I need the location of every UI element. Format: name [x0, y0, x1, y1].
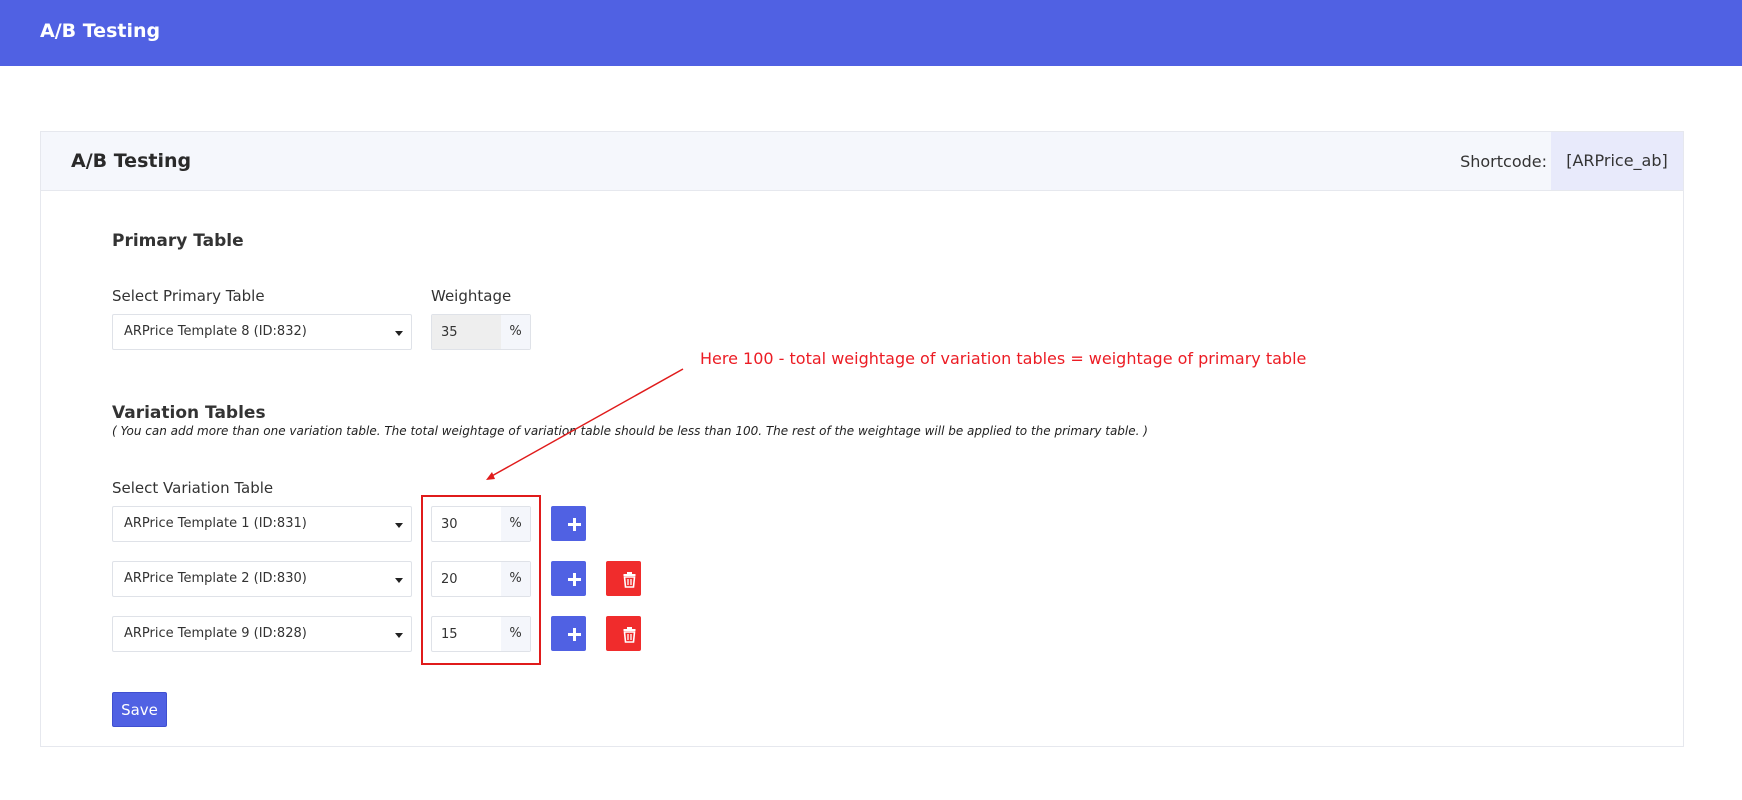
- delete-variation-button[interactable]: [606, 561, 641, 596]
- add-variation-button[interactable]: [551, 506, 586, 541]
- top-bar: A/B Testing: [0, 0, 1742, 66]
- chevron-down-icon: [395, 331, 403, 336]
- plus-icon: [568, 518, 581, 531]
- app-title: A/B Testing: [40, 20, 161, 42]
- select-primary-table-label: Select Primary Table: [112, 287, 265, 305]
- variation-hint: ( You can add more than one variation ta…: [112, 424, 1148, 438]
- primary-table-select[interactable]: ARPrice Template 8 (ID:832): [112, 314, 412, 350]
- variation-tables-heading: Variation Tables: [112, 403, 266, 423]
- card-header: A/B Testing Shortcode: [ARPrice_ab]: [41, 132, 1683, 191]
- variation-table-selected: ARPrice Template 1 (ID:831): [124, 516, 307, 531]
- variation-table-selected: ARPrice Template 9 (ID:828): [124, 626, 307, 641]
- variation-table-select[interactable]: ARPrice Template 9 (ID:828): [112, 616, 412, 652]
- primary-table-heading: Primary Table: [112, 231, 244, 251]
- ab-testing-card: A/B Testing Shortcode: [ARPrice_ab] Prim…: [40, 131, 1684, 747]
- variation-table-select[interactable]: ARPrice Template 1 (ID:831): [112, 506, 412, 542]
- shortcode-label: Shortcode:: [1460, 152, 1547, 171]
- variation-table-selected: ARPrice Template 2 (ID:830): [124, 571, 307, 586]
- variation-table-select[interactable]: ARPrice Template 2 (ID:830): [112, 561, 412, 597]
- trash-icon: [623, 627, 636, 643]
- add-variation-button[interactable]: [551, 561, 586, 596]
- add-variation-button[interactable]: [551, 616, 586, 651]
- select-variation-table-label: Select Variation Table: [112, 479, 274, 497]
- chevron-down-icon: [395, 633, 403, 638]
- chevron-down-icon: [395, 523, 403, 528]
- primary-weight-input: [432, 315, 502, 349]
- save-button[interactable]: Save: [112, 692, 167, 727]
- primary-weight-group: %: [431, 314, 531, 350]
- plus-icon: [568, 628, 581, 641]
- percent-addon: %: [501, 315, 530, 349]
- weightage-label: Weightage: [431, 287, 512, 305]
- chevron-down-icon: [395, 578, 403, 583]
- primary-table-selected: ARPrice Template 8 (ID:832): [124, 324, 307, 339]
- plus-icon: [568, 573, 581, 586]
- trash-icon: [623, 572, 636, 588]
- shortcode-value[interactable]: [ARPrice_ab]: [1551, 132, 1683, 190]
- weightage-highlight-box: [421, 495, 541, 665]
- delete-variation-button[interactable]: [606, 616, 641, 651]
- annotation-note: Here 100 - total weightage of variation …: [700, 349, 1307, 368]
- card-title: A/B Testing: [71, 150, 192, 172]
